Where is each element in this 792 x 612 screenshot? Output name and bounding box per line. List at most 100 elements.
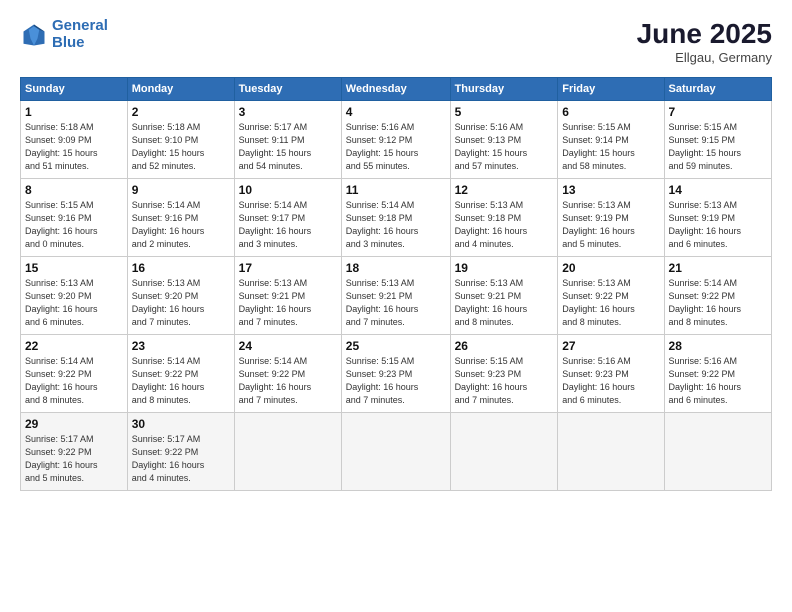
day-number: 30 <box>132 417 230 431</box>
day-number: 5 <box>455 105 554 119</box>
day-info: Sunrise: 5:15 AMSunset: 9:14 PMDaylight:… <box>562 122 635 171</box>
day-number: 26 <box>455 339 554 353</box>
table-row: 19 Sunrise: 5:13 AMSunset: 9:21 PMDayligh… <box>450 257 558 335</box>
day-info: Sunrise: 5:14 AMSunset: 9:17 PMDaylight:… <box>239 200 312 249</box>
col-saturday: Saturday <box>664 78 771 101</box>
calendar-body: 1Sunrise: 5:18 AMSunset: 9:09 PMDaylight… <box>21 101 772 491</box>
table-row <box>234 413 341 491</box>
logo-line1: General <box>52 17 108 34</box>
col-wednesday: Wednesday <box>341 78 450 101</box>
table-row: 8 Sunrise: 5:15 AMSunset: 9:16 PMDaylight… <box>21 179 128 257</box>
day-number: 17 <box>239 261 337 275</box>
day-info: Sunrise: 5:13 AMSunset: 9:21 PMDaylight:… <box>455 278 528 327</box>
table-row: 29Sunrise: 5:17 AMSunset: 9:22 PMDayligh… <box>21 413 128 491</box>
day-info: Sunrise: 5:18 AMSunset: 9:10 PMDaylight:… <box>132 122 205 171</box>
day-info: Sunrise: 5:16 AMSunset: 9:12 PMDaylight:… <box>346 122 419 171</box>
day-number: 4 <box>346 105 446 119</box>
table-row: 21 Sunrise: 5:14 AMSunset: 9:22 PMDayligh… <box>664 257 771 335</box>
logo-text: General Blue <box>52 18 108 51</box>
day-number: 23 <box>132 339 230 353</box>
month-title: June 2025 <box>637 18 772 50</box>
day-number: 24 <box>239 339 337 353</box>
col-sunday: Sunday <box>21 78 128 101</box>
day-info: Sunrise: 5:17 AMSunset: 9:22 PMDaylight:… <box>132 434 205 483</box>
day-number: 11 <box>346 183 446 197</box>
table-row: 18Sunrise: 5:13 AMSunset: 9:21 PMDayligh… <box>341 257 450 335</box>
calendar-week-row: 8 Sunrise: 5:15 AMSunset: 9:16 PMDaylight… <box>21 179 772 257</box>
table-row: 13 Sunrise: 5:13 AMSunset: 9:19 PMDayligh… <box>558 179 664 257</box>
day-info: Sunrise: 5:14 AMSunset: 9:16 PMDaylight:… <box>132 200 205 249</box>
table-row: 7 Sunrise: 5:15 AMSunset: 9:15 PMDaylight… <box>664 101 771 179</box>
table-row <box>558 413 664 491</box>
col-thursday: Thursday <box>450 78 558 101</box>
day-number: 29 <box>25 417 123 431</box>
table-row: 17Sunrise: 5:13 AMSunset: 9:21 PMDayligh… <box>234 257 341 335</box>
day-info: Sunrise: 5:15 AMSunset: 9:23 PMDaylight:… <box>346 356 419 405</box>
day-info: Sunrise: 5:17 AMSunset: 9:11 PMDaylight:… <box>239 122 312 171</box>
table-row: 5 Sunrise: 5:16 AMSunset: 9:13 PMDaylight… <box>450 101 558 179</box>
day-number: 27 <box>562 339 659 353</box>
table-row: 6Sunrise: 5:15 AMSunset: 9:14 PMDaylight… <box>558 101 664 179</box>
day-number: 12 <box>455 183 554 197</box>
table-row <box>664 413 771 491</box>
table-row: 3 Sunrise: 5:17 AMSunset: 9:11 PMDaylight… <box>234 101 341 179</box>
day-number: 3 <box>239 105 337 119</box>
header: General Blue June 2025 Ellgau, Germany <box>20 18 772 65</box>
table-row: 20 Sunrise: 5:13 AMSunset: 9:22 PMDayligh… <box>558 257 664 335</box>
table-row: 26 Sunrise: 5:15 AMSunset: 9:23 PMDayligh… <box>450 335 558 413</box>
day-number: 10 <box>239 183 337 197</box>
calendar-table: Sunday Monday Tuesday Wednesday Thursday… <box>20 77 772 491</box>
table-row: 27 Sunrise: 5:16 AMSunset: 9:23 PMDayligh… <box>558 335 664 413</box>
table-row: 24Sunrise: 5:14 AMSunset: 9:22 PMDayligh… <box>234 335 341 413</box>
day-number: 13 <box>562 183 659 197</box>
logo-icon <box>20 21 48 49</box>
day-info: Sunrise: 5:18 AMSunset: 9:09 PMDaylight:… <box>25 122 98 171</box>
day-info: Sunrise: 5:13 AMSunset: 9:19 PMDaylight:… <box>669 200 742 249</box>
day-number: 20 <box>562 261 659 275</box>
day-info: Sunrise: 5:13 AMSunset: 9:22 PMDaylight:… <box>562 278 635 327</box>
location: Ellgau, Germany <box>637 50 772 65</box>
logo: General Blue <box>20 18 108 51</box>
day-number: 15 <box>25 261 123 275</box>
calendar-week-row: 1Sunrise: 5:18 AMSunset: 9:09 PMDaylight… <box>21 101 772 179</box>
day-info: Sunrise: 5:15 AMSunset: 9:16 PMDaylight:… <box>25 200 98 249</box>
table-row: 2Sunrise: 5:18 AMSunset: 9:10 PMDaylight… <box>127 101 234 179</box>
day-info: Sunrise: 5:14 AMSunset: 9:22 PMDaylight:… <box>669 278 742 327</box>
table-row: 22 Sunrise: 5:14 AMSunset: 9:22 PMDayligh… <box>21 335 128 413</box>
day-number: 22 <box>25 339 123 353</box>
table-row <box>450 413 558 491</box>
title-block: June 2025 Ellgau, Germany <box>637 18 772 65</box>
day-info: Sunrise: 5:13 AMSunset: 9:21 PMDaylight:… <box>346 278 419 327</box>
table-row: 10 Sunrise: 5:14 AMSunset: 9:17 PMDayligh… <box>234 179 341 257</box>
day-info: Sunrise: 5:13 AMSunset: 9:19 PMDaylight:… <box>562 200 635 249</box>
day-info: Sunrise: 5:16 AMSunset: 9:23 PMDaylight:… <box>562 356 635 405</box>
table-row: 30 Sunrise: 5:17 AMSunset: 9:22 PMDayligh… <box>127 413 234 491</box>
day-number: 7 <box>669 105 767 119</box>
day-info: Sunrise: 5:16 AMSunset: 9:22 PMDaylight:… <box>669 356 742 405</box>
day-number: 28 <box>669 339 767 353</box>
day-info: Sunrise: 5:16 AMSunset: 9:13 PMDaylight:… <box>455 122 528 171</box>
table-row: 12 Sunrise: 5:13 AMSunset: 9:18 PMDayligh… <box>450 179 558 257</box>
day-number: 8 <box>25 183 123 197</box>
day-number: 21 <box>669 261 767 275</box>
calendar-week-row: 15 Sunrise: 5:13 AMSunset: 9:20 PMDayligh… <box>21 257 772 335</box>
day-info: Sunrise: 5:14 AMSunset: 9:18 PMDaylight:… <box>346 200 419 249</box>
day-number: 16 <box>132 261 230 275</box>
table-row: 25Sunrise: 5:15 AMSunset: 9:23 PMDayligh… <box>341 335 450 413</box>
calendar-week-row: 29 Sunrise: 5:17 AMSunset: 9:22 PMDayligh… <box>21 413 772 491</box>
table-row: 16Sunrise: 5:13 AMSunset: 9:20 PMDayligh… <box>127 257 234 335</box>
day-info: Sunrise: 5:15 AMSunset: 9:23 PMDaylight:… <box>455 356 528 405</box>
day-info: Sunrise: 5:15 AMSunset: 9:15 PMDaylight:… <box>669 122 742 171</box>
table-row <box>341 413 450 491</box>
col-monday: Monday <box>127 78 234 101</box>
calendar-week-row: 22 Sunrise: 5:14 AMSunset: 9:22 PMDayligh… <box>21 335 772 413</box>
day-number: 19 <box>455 261 554 275</box>
day-info: Sunrise: 5:13 AMSunset: 9:20 PMDaylight:… <box>25 278 98 327</box>
day-info: Sunrise: 5:14 AMSunset: 9:22 PMDaylight:… <box>132 356 205 405</box>
col-friday: Friday <box>558 78 664 101</box>
table-row: 23 Sunrise: 5:14 AMSunset: 9:22 PMDayligh… <box>127 335 234 413</box>
table-row: 28 Sunrise: 5:16 AMSunset: 9:22 PMDayligh… <box>664 335 771 413</box>
day-info: Sunrise: 5:14 AMSunset: 9:22 PMDaylight:… <box>25 356 98 405</box>
day-info: Sunrise: 5:13 AMSunset: 9:18 PMDaylight:… <box>455 200 528 249</box>
table-row: 11 Sunrise: 5:14 AMSunset: 9:18 PMDayligh… <box>341 179 450 257</box>
